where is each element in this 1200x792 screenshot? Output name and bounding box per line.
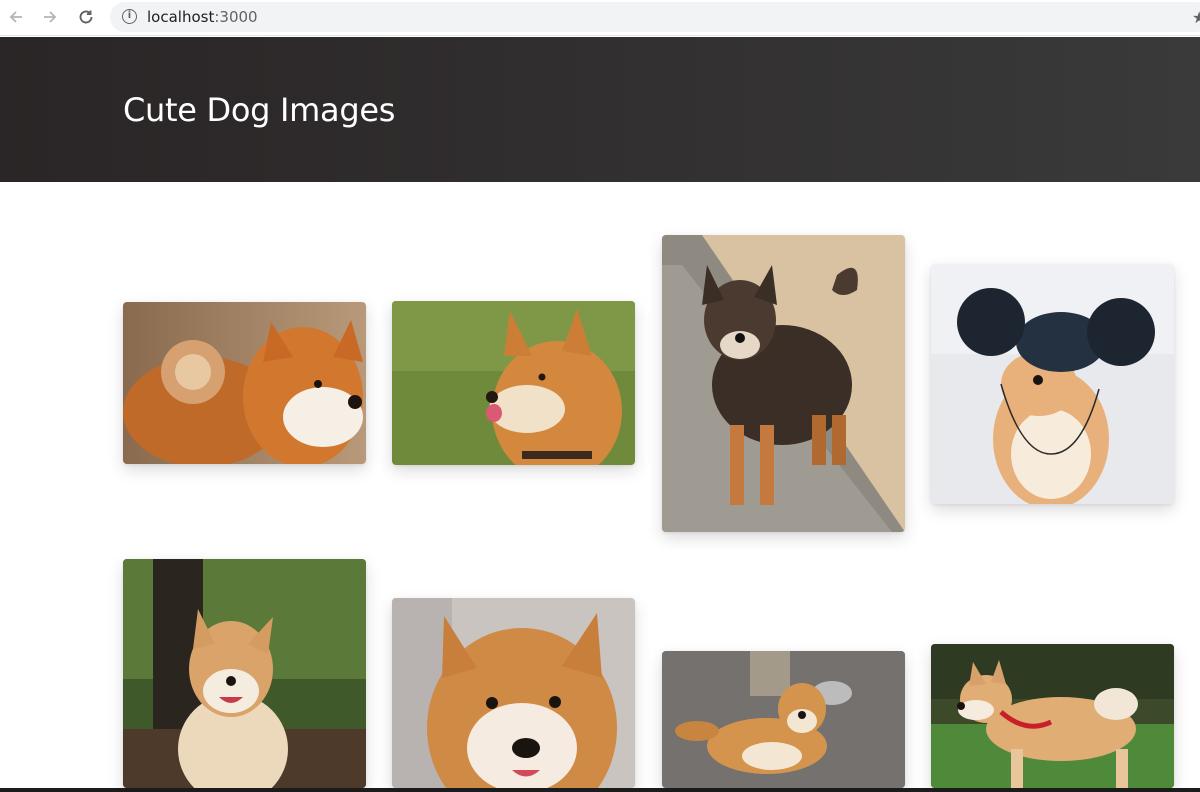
forward-arrow-icon[interactable]: [38, 6, 62, 28]
dog-image: [931, 264, 1174, 504]
address-bar[interactable]: [110, 2, 1200, 32]
dog-image: [123, 302, 366, 464]
dog-image-card[interactable]: [931, 644, 1174, 788]
dog-image: [931, 644, 1174, 788]
dog-image-card[interactable]: [662, 235, 905, 532]
dog-image-card[interactable]: [392, 598, 635, 788]
page-header: Cute Dog Images: [0, 37, 1200, 182]
dog-image: [123, 559, 366, 788]
back-arrow-icon[interactable]: [4, 6, 28, 28]
taskbar-edge: [0, 788, 1200, 792]
dog-image-card[interactable]: [123, 302, 366, 464]
star-icon[interactable]: ★: [1192, 8, 1200, 28]
info-icon[interactable]: i: [122, 9, 137, 24]
page-title: Cute Dog Images: [123, 91, 396, 129]
reload-icon[interactable]: [74, 6, 98, 28]
dog-image: [662, 235, 905, 532]
dog-image: [662, 651, 905, 788]
dog-image: [392, 301, 635, 465]
dog-image-card[interactable]: [662, 651, 905, 788]
dog-image-card[interactable]: [123, 559, 366, 788]
browser-toolbar: i localhost:3000 ★: [0, 0, 1200, 36]
url-text[interactable]: localhost:3000: [147, 8, 258, 26]
dog-image: [392, 598, 635, 788]
dog-image-card[interactable]: [392, 301, 635, 465]
dog-image-card[interactable]: [931, 264, 1174, 504]
